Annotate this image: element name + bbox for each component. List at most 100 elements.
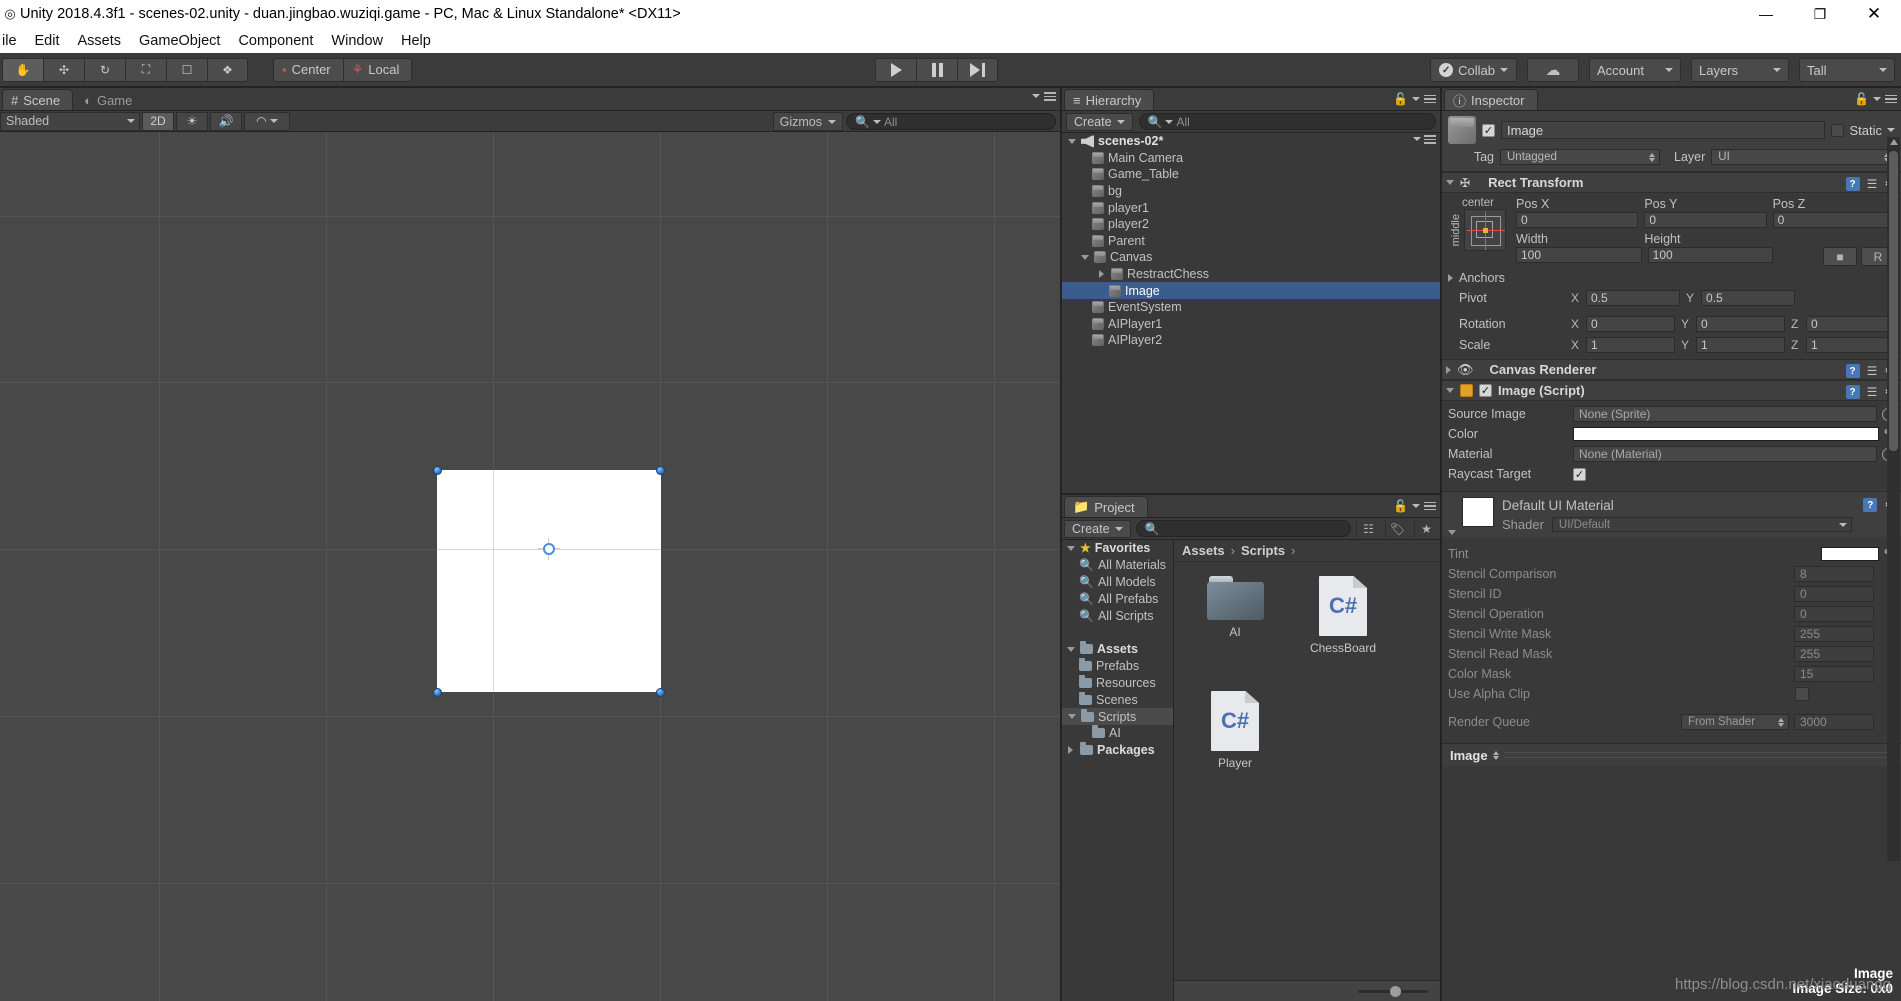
project-search-input[interactable]: 🔍 (1135, 520, 1351, 537)
expand-arrow[interactable] (1065, 746, 1076, 755)
tint-swatch[interactable] (1821, 547, 1880, 561)
asset-item-chessboard[interactable]: C# ChessBoard (1304, 576, 1382, 655)
project-tree-all-scripts[interactable]: 🔍 All Scripts (1062, 607, 1173, 624)
tab-scene[interactable]: # Scene (2, 89, 74, 110)
hierarchy-item-aiplayer1[interactable]: AIPlayer1 (1062, 316, 1440, 333)
material-field[interactable]: None (Material) (1573, 446, 1877, 462)
object-name-field[interactable]: Image (1501, 121, 1826, 139)
menu-gameobject[interactable]: GameObject (130, 33, 229, 49)
hierarchy-scene-root[interactable]: scenes-02* (1062, 133, 1440, 150)
use-alpha-clip-checkbox[interactable] (1795, 687, 1809, 701)
color-mask-field[interactable]: 15 (1794, 666, 1874, 682)
filter-by-type-icon[interactable]: ☷ (1356, 519, 1380, 538)
play-button[interactable] (875, 58, 916, 82)
maximize-button[interactable]: ❐ (1793, 0, 1847, 28)
hierarchy-item-game-table[interactable]: Game_Table (1062, 166, 1440, 183)
rect-handle-bottom-right[interactable] (656, 688, 665, 697)
expand-arrow[interactable] (1079, 254, 1090, 260)
project-tree-all-prefabs[interactable]: 🔍 All Prefabs (1062, 590, 1173, 607)
tab-game[interactable]: ◐ Game (75, 89, 145, 110)
expand-arrow[interactable] (1065, 646, 1076, 652)
hierarchy-item-aiplayer2[interactable]: AIPlayer2 (1062, 332, 1440, 349)
anchors-row[interactable]: Anchors (1448, 271, 1895, 285)
width-field[interactable]: 100 (1516, 247, 1642, 263)
pos-y-field[interactable]: 0 (1644, 212, 1767, 228)
stencil-write-mask-field[interactable]: 255 (1794, 626, 1874, 642)
pivot-y-field[interactable]: 0.5 (1701, 290, 1795, 306)
stencil-id-field[interactable]: 0 (1794, 586, 1874, 602)
help-icon[interactable]: ? (1845, 364, 1860, 378)
menu-component[interactable]: Component (229, 33, 322, 49)
layer-dropdown[interactable]: UI (1711, 149, 1895, 165)
color-swatch[interactable] (1573, 427, 1880, 441)
rotation-z-field[interactable]: 0 (1806, 316, 1895, 332)
lighting-toggle-icon[interactable]: ☀ (176, 111, 208, 131)
audio-toggle-icon[interactable]: 🔊 (210, 111, 242, 131)
layout-dropdown[interactable]: Tall (1799, 58, 1895, 82)
hierarchy-create-button[interactable]: Create (1066, 112, 1133, 131)
preset-icon[interactable]: ☰ (1867, 385, 1878, 399)
component-header-canvas-renderer[interactable]: 👁 Canvas Renderer ? ☰ ⚙ (1442, 359, 1901, 380)
close-button[interactable]: ✕ (1847, 0, 1901, 28)
filter-by-label-icon[interactable]: 🏷 (1385, 519, 1409, 538)
help-icon[interactable]: ? (1863, 498, 1878, 512)
rotate-tool-icon[interactable]: ↻ (84, 57, 125, 82)
rect-handle-top-left[interactable] (433, 466, 442, 475)
preset-icon[interactable]: ☰ (1867, 177, 1878, 191)
scene-search-input[interactable]: 🔍 All (846, 113, 1056, 130)
project-tree-prefabs[interactable]: Prefabs (1062, 658, 1173, 675)
preview-header-bar[interactable]: Image (1442, 743, 1901, 766)
hierarchy-item-restractchess[interactable]: RestractChess (1062, 266, 1440, 283)
transform-tool-icon[interactable]: ❖ (207, 57, 248, 82)
anchor-preset-widget[interactable]: center middle (1448, 197, 1508, 266)
menu-assets[interactable]: Assets (69, 33, 131, 49)
image-enabled-checkbox[interactable]: ✓ (1479, 384, 1492, 397)
menu-help[interactable]: Help (392, 33, 440, 49)
project-tree-scripts[interactable]: Scripts (1062, 708, 1173, 725)
preset-icon[interactable]: ☰ (1867, 364, 1878, 378)
expand-arrow[interactable] (1446, 388, 1454, 393)
project-tree-assets[interactable]: Assets (1062, 641, 1173, 658)
menu-file[interactable]: ile (0, 33, 26, 49)
tab-project[interactable]: 📁 Project (1064, 496, 1148, 517)
cloud-services-button[interactable]: ☁ (1527, 58, 1579, 82)
render-queue-mode-dropdown[interactable]: From Shader (1681, 714, 1789, 730)
object-enabled-checkbox[interactable]: ✓ (1482, 123, 1495, 137)
lock-icon[interactable]: 🔓 (1393, 92, 1408, 106)
lock-icon[interactable]: 🔓 (1854, 92, 1869, 106)
component-header-rect-transform[interactable]: ✠ Rect Transform ? ☰ ⚙ (1442, 172, 1901, 193)
hierarchy-item-player2[interactable]: player2 (1062, 216, 1440, 233)
pivot-mode-button[interactable]: ▪ Center (273, 57, 343, 82)
effects-toggle-icon[interactable]: ◠ (244, 111, 290, 131)
blueprint-mode-button[interactable]: ■ (1823, 247, 1858, 266)
expand-arrow[interactable] (1448, 274, 1453, 282)
hierarchy-item-main-camera[interactable]: Main Camera (1062, 150, 1440, 167)
layers-dropdown[interactable]: Layers (1691, 58, 1789, 82)
hand-tool-icon[interactable]: ✋ (2, 57, 43, 82)
raycast-target-checkbox[interactable]: ✓ (1573, 467, 1586, 481)
inspector-panel-menu[interactable]: 🔓 (1854, 92, 1897, 106)
hierarchy-row-menu[interactable] (1413, 135, 1436, 144)
source-image-field[interactable]: None (Sprite) (1573, 406, 1877, 422)
move-tool-icon[interactable]: ✣ (43, 57, 84, 82)
scale-z-field[interactable]: 1 (1806, 337, 1895, 353)
stencil-read-mask-field[interactable]: 255 (1794, 646, 1874, 662)
project-tree-scenes[interactable]: Scenes (1062, 691, 1173, 708)
expand-arrow[interactable] (1096, 270, 1107, 279)
gizmos-dropdown[interactable]: Gizmos (772, 112, 843, 131)
breadcrumb-scripts[interactable]: Scripts (1241, 543, 1285, 558)
inspector-scrollbar[interactable] (1887, 137, 1900, 861)
expand-arrow[interactable] (1448, 530, 1456, 535)
help-icon[interactable]: ? (1845, 177, 1860, 191)
step-button[interactable] (957, 58, 998, 82)
menu-window[interactable]: Window (322, 33, 392, 49)
project-panel-menu[interactable]: 🔓 (1393, 499, 1436, 513)
hierarchy-item-eventsystem[interactable]: EventSystem (1062, 299, 1440, 316)
project-tree-favorites[interactable]: ★ Favorites (1062, 540, 1173, 557)
pivot-space-button[interactable]: ⚘ Local (342, 57, 413, 82)
rotation-x-field[interactable]: 0 (1586, 316, 1675, 332)
render-queue-value-field[interactable]: 3000 (1794, 714, 1874, 730)
project-tree-resources[interactable]: Resources (1062, 674, 1173, 692)
project-tree-all-materials[interactable]: 🔍 All Materials (1062, 557, 1173, 574)
scene-panel-menu[interactable] (1032, 92, 1056, 101)
